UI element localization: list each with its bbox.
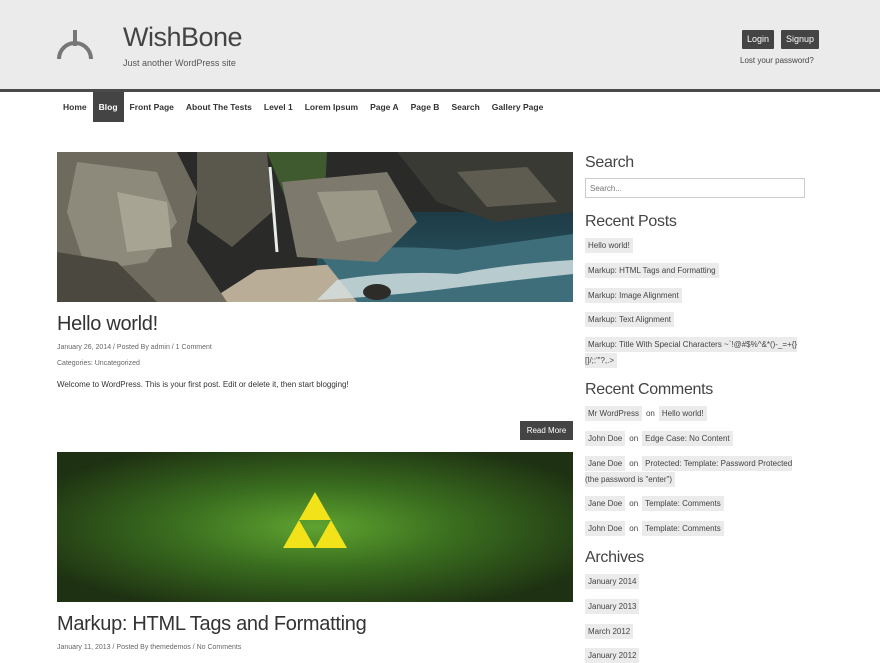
nav-item-about-the-tests[interactable]: About The Tests	[180, 92, 258, 122]
comment-post-link[interactable]: Hello world!	[658, 406, 707, 421]
comment-author[interactable]: Mr WordPress	[585, 406, 642, 421]
recent-comments-title: Recent Comments	[585, 381, 713, 398]
recent-comment: Mr WordPress on Hello world!	[585, 406, 707, 421]
post-meta: January 26, 2014 / Posted By admin / 1 C…	[57, 344, 212, 351]
archive-link[interactable]: January 2014	[585, 574, 640, 589]
recent-comment: John Doe on Template: Comments	[585, 521, 724, 536]
recent-post-link[interactable]: Markup: Image Alignment	[585, 288, 682, 303]
recent-posts-title: Recent Posts	[585, 213, 677, 230]
comment-post-link[interactable]: Template: Comments	[642, 521, 724, 536]
recent-post-link[interactable]: Markup: HTML Tags and Formatting	[585, 263, 719, 278]
post-meta: January 11, 2013 / Posted By themedemos …	[57, 644, 242, 651]
comment-author[interactable]: Jane Doe	[585, 496, 626, 511]
recent-comment: John Doe on Edge Case: No Content	[585, 431, 733, 446]
nav-item-page-b[interactable]: Page B	[405, 92, 446, 122]
recent-post-link[interactable]: Markup: Title With Special Characters ~`…	[585, 337, 807, 369]
nav-item-search[interactable]: Search	[445, 92, 485, 122]
recent-comment: Jane Doe on Protected: Template: Password …	[585, 456, 807, 488]
recent-post-link[interactable]: Markup: Text Alignment	[585, 312, 675, 327]
comment-post-link[interactable]: Template: Comments	[642, 496, 724, 511]
search-input[interactable]	[585, 178, 805, 198]
lost-password-link[interactable]: Lost your password?	[740, 56, 814, 65]
post-title[interactable]: Markup: HTML Tags and Formatting	[57, 613, 367, 636]
login-button[interactable]: Login	[742, 30, 774, 49]
nav-item-level-1[interactable]: Level 1	[258, 92, 299, 122]
recent-comment: Jane Doe on Template: Comments	[585, 496, 724, 511]
signup-button[interactable]: Signup	[781, 30, 819, 49]
post-title[interactable]: Hello world!	[57, 313, 158, 336]
nav-item-front-page[interactable]: Front Page	[124, 92, 180, 122]
search-widget-title: Search	[585, 154, 634, 171]
archives-title: Archives	[585, 549, 644, 566]
post-categories: Categories: Uncategorized	[57, 360, 140, 367]
comment-post-link[interactable]: Edge Case: No Content	[642, 431, 733, 446]
read-more-button[interactable]: Read More	[520, 421, 573, 440]
post-excerpt: Welcome to WordPress. This is your first…	[57, 380, 349, 389]
site-tagline: Just another WordPress site	[123, 58, 236, 68]
nav-item-blog[interactable]: Blog	[92, 92, 124, 122]
comment-author[interactable]: Jane Doe	[585, 456, 626, 471]
archive-link[interactable]: January 2013	[585, 599, 640, 614]
archive-link[interactable]: January 2012	[585, 648, 640, 663]
nav-item-gallery-page[interactable]: Gallery Page	[486, 92, 550, 122]
main-nav: Home Blog Front Page About The Tests Lev…	[57, 92, 549, 122]
nav-item-lorem-ipsum[interactable]: Lorem Ipsum	[299, 92, 364, 122]
comment-author[interactable]: John Doe	[585, 431, 626, 446]
wishbone-logo-icon[interactable]	[56, 28, 94, 62]
nav-item-page-a[interactable]: Page A	[364, 92, 405, 122]
site-header: WishBone Just another WordPress site Log…	[0, 0, 880, 92]
site-title[interactable]: WishBone	[123, 22, 243, 53]
archive-link[interactable]: March 2012	[585, 624, 634, 639]
recent-post-link[interactable]: Hello world!	[585, 238, 633, 253]
nav-item-home[interactable]: Home	[57, 92, 93, 122]
post-featured-image[interactable]	[57, 452, 573, 602]
post-featured-image[interactable]	[57, 152, 573, 302]
comment-author[interactable]: John Doe	[585, 521, 626, 536]
